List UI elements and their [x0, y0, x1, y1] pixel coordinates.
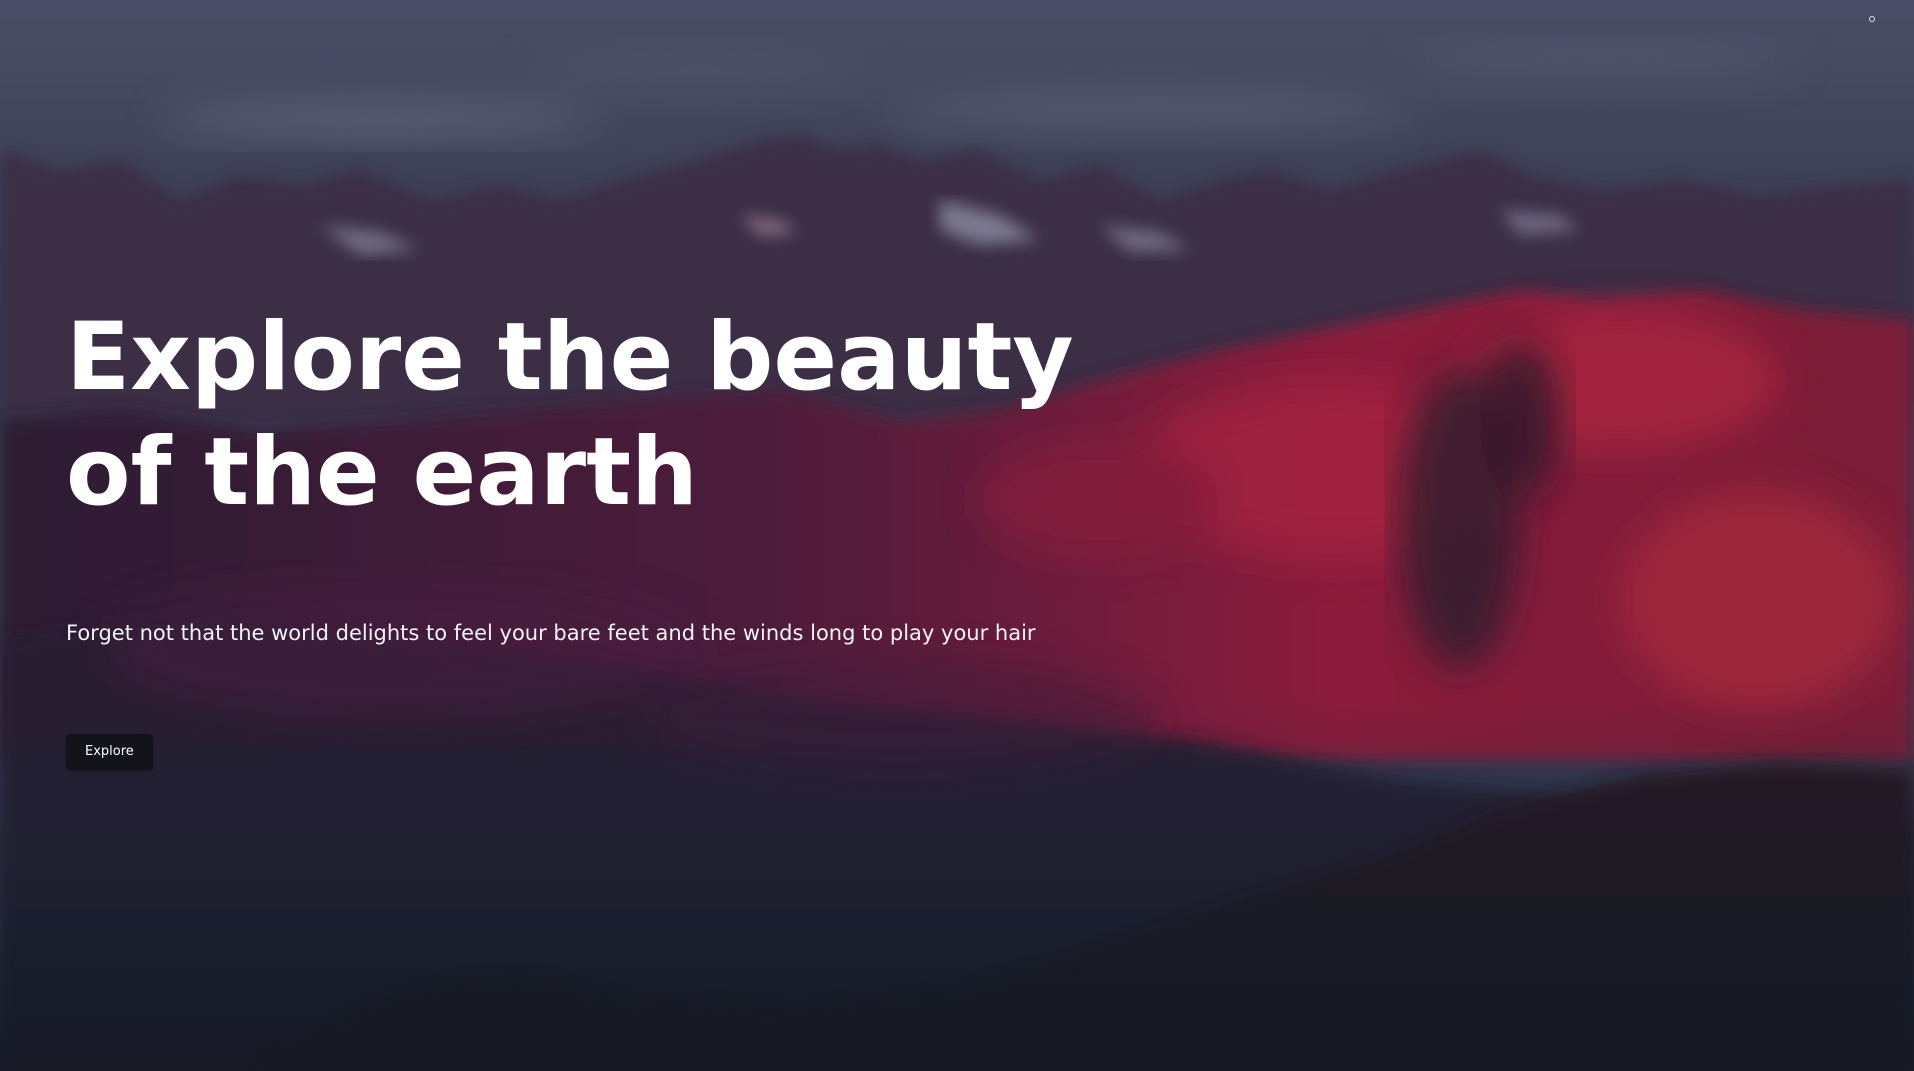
- explore-button[interactable]: Explore: [66, 734, 153, 770]
- hero-subtitle: Forget not that the world delights to fe…: [66, 621, 1036, 645]
- hero-title-line1: Explore the beauty: [66, 303, 1074, 412]
- hero-title-line2: of the earth: [66, 418, 698, 527]
- hero-title: Explore the beauty of the earth: [66, 300, 1266, 530]
- small-circle-icon: [1869, 16, 1875, 22]
- mountain-background-image: [0, 0, 1914, 1071]
- hero-section: Explore the beauty of the earth Forget n…: [0, 0, 1914, 1071]
- hero-content: Explore the beauty of the earth Forget n…: [66, 300, 1266, 770]
